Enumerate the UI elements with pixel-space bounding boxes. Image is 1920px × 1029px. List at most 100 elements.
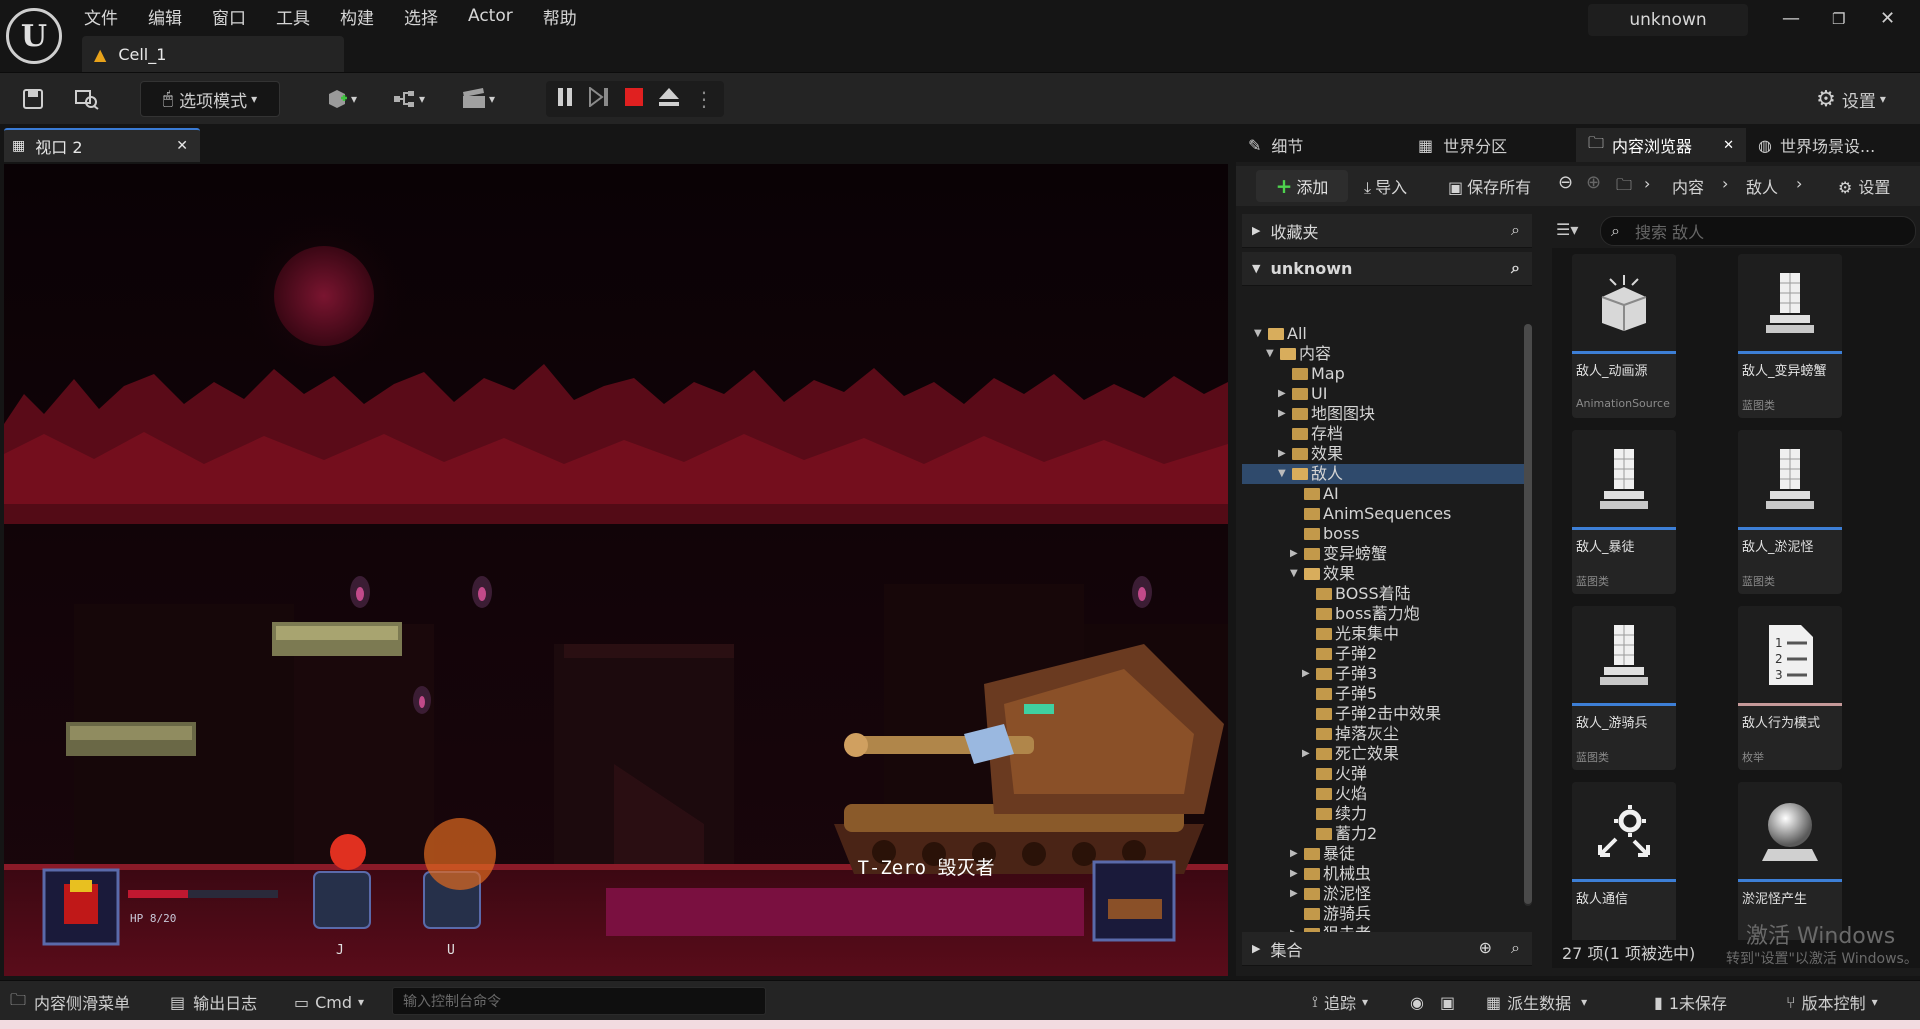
minimize-icon[interactable]: — xyxy=(1782,8,1800,29)
stop-icon[interactable] xyxy=(624,87,644,112)
add-button[interactable]: + 添加 xyxy=(1256,170,1348,202)
asset-card[interactable]: 敌人_变异螃蟹 蓝图类 xyxy=(1738,254,1842,418)
tree-item[interactable]: 蓄力2 xyxy=(1242,824,1524,844)
tree-item[interactable]: ▼ 内容 xyxy=(1242,344,1524,364)
unreal-logo-icon[interactable]: U xyxy=(6,8,62,64)
menu-select[interactable]: 选择 xyxy=(404,4,438,29)
mode-select-button[interactable]: 🖱 选项模式 ▾ xyxy=(140,81,280,117)
settings-button[interactable]: ⚙ 设置 ▾ xyxy=(1796,81,1906,117)
tree-item[interactable]: ▶ 子弹3 xyxy=(1242,664,1524,684)
menu-actor[interactable]: Actor xyxy=(468,6,513,26)
filter-icon[interactable]: ☰▾ xyxy=(1556,220,1578,239)
tree-item[interactable]: 游骑兵 xyxy=(1242,904,1524,924)
eject-icon[interactable] xyxy=(658,87,680,112)
collections-header[interactable]: ▶ 集合 ⊕ ⌕ xyxy=(1242,932,1532,966)
back-icon[interactable]: ⊖ xyxy=(1558,172,1573,193)
add-actor-button[interactable]: ▾ xyxy=(316,81,366,117)
tree-item[interactable]: 续力 xyxy=(1242,804,1524,824)
tab-details[interactable]: ✎ 细节 xyxy=(1236,128,1406,162)
document-tab[interactable]: ▲ Cell_1 xyxy=(82,36,344,72)
asset-card[interactable]: 敌人_暴徒 蓝图类 xyxy=(1572,430,1676,594)
search-icon[interactable]: ⌕ xyxy=(1511,938,1520,958)
step-icon[interactable] xyxy=(588,85,610,112)
asset-card[interactable]: 敌人_淤泥怪 蓝图类 xyxy=(1738,430,1842,594)
tree-item[interactable]: BOSS着陆 xyxy=(1242,584,1524,604)
tree-item[interactable]: 子弹2击中效果 xyxy=(1242,704,1524,724)
record-icon[interactable]: ◉ xyxy=(1410,989,1424,1015)
folder-icon[interactable]: 🗀 xyxy=(1616,174,1632,201)
tree-item[interactable]: ▶ 暴徒 xyxy=(1242,844,1524,864)
blueprint-button[interactable]: ▾ xyxy=(384,81,434,117)
tab-world-partition[interactable]: ▦ 世界分区 xyxy=(1406,128,1576,162)
tree-item[interactable]: 光束集中 xyxy=(1242,624,1524,644)
tree-item[interactable]: ▼ 敌人 xyxy=(1242,464,1524,484)
chevron-right-icon[interactable]: ▶ xyxy=(1290,924,1298,932)
browse-icon[interactable] xyxy=(72,81,102,117)
tree-item[interactable]: ▶ 淤泥怪 xyxy=(1242,884,1524,904)
tree-item[interactable]: boss xyxy=(1242,524,1524,544)
chevron-right-icon[interactable]: ▶ xyxy=(1278,444,1286,464)
menu-file[interactable]: 文件 xyxy=(84,4,118,29)
derived-data-button[interactable]: ▦ 派生数据 ▾ xyxy=(1486,989,1587,1015)
save-icon[interactable] xyxy=(18,81,48,117)
camera-icon[interactable]: ▣ xyxy=(1440,989,1455,1015)
tree-item[interactable]: ▶ 变异螃蟹 xyxy=(1242,544,1524,564)
search-icon[interactable]: ⌕ xyxy=(1511,220,1520,240)
menu-window[interactable]: 窗口 xyxy=(212,4,246,29)
tree-item[interactable]: ▶ UI xyxy=(1242,384,1524,404)
cinematics-button[interactable]: ▾ xyxy=(452,81,504,117)
tree-item[interactable]: ▼ 效果 xyxy=(1242,564,1524,584)
root-header[interactable]: ▼ unknown ⌕ xyxy=(1242,252,1532,286)
add-collection-icon[interactable]: ⊕ xyxy=(1479,938,1492,957)
asset-card[interactable]: 敌人_游骑兵 蓝图类 xyxy=(1572,606,1676,770)
close-icon[interactable]: ✕ xyxy=(1880,8,1895,29)
content-drawer-button[interactable]: 🗀 内容侧滑菜单 xyxy=(10,989,130,1015)
tree-item[interactable]: ▶ 狙击者 xyxy=(1242,924,1524,932)
chevron-down-icon[interactable]: ▼ xyxy=(1254,324,1262,344)
asset-card[interactable]: 敌人_动画源 AnimationSource xyxy=(1572,254,1676,418)
import-button[interactable]: ⤓ 导入 xyxy=(1364,174,1407,198)
chevron-down-icon[interactable]: ▼ xyxy=(1290,564,1298,584)
chevron-down-icon[interactable]: ▼ xyxy=(1266,344,1274,364)
console-input[interactable]: 输入控制台命令 xyxy=(392,987,766,1015)
search-input[interactable]: ⌕ 搜索 敌人 xyxy=(1600,216,1916,246)
game-viewport[interactable]: HP 8/20 J U T-Zero 毁灭者 xyxy=(4,164,1228,976)
tree-item[interactable]: AnimSequences xyxy=(1242,504,1524,524)
tree-item[interactable]: 火焰 xyxy=(1242,784,1524,804)
menu-help[interactable]: 帮助 xyxy=(543,4,577,29)
tree-item[interactable]: 子弹5 xyxy=(1242,684,1524,704)
asset-card[interactable]: 敌人通信 xyxy=(1572,782,1676,946)
tree-item[interactable]: ▶ 死亡效果 xyxy=(1242,744,1524,764)
tab-world-settings[interactable]: ◍ 世界场景设... xyxy=(1746,128,1920,162)
cb-settings-button[interactable]: ⚙ 设置 xyxy=(1838,174,1890,198)
tab-content-browser[interactable]: 🗀 内容浏览器 ✕ xyxy=(1576,128,1746,162)
chevron-right-icon[interactable]: ▶ xyxy=(1302,664,1310,684)
forward-icon[interactable]: ⊕ xyxy=(1586,172,1601,193)
menu-tools[interactable]: 工具 xyxy=(276,4,310,29)
chevron-right-icon[interactable]: ▶ xyxy=(1290,884,1298,904)
close-tab-icon[interactable]: ✕ xyxy=(1723,138,1734,153)
restore-icon[interactable]: ❐ xyxy=(1832,10,1845,28)
tree-item[interactable]: 火弹 xyxy=(1242,764,1524,784)
chevron-right-icon[interactable]: ▶ xyxy=(1290,544,1298,564)
tree-item[interactable]: 存档 xyxy=(1242,424,1524,444)
tree-item[interactable]: 子弹2 xyxy=(1242,644,1524,664)
version-control-button[interactable]: ⑂ 版本控制 ▾ xyxy=(1786,989,1878,1015)
trace-button[interactable]: ⟟ 追踪 ▾ xyxy=(1312,989,1368,1015)
search-icon[interactable]: ⌕ xyxy=(1511,258,1520,278)
breadcrumb-content[interactable]: 内容 xyxy=(1672,174,1704,198)
viewport-tab[interactable]: ▦ 视口 2 ✕ xyxy=(4,128,200,162)
tree-item[interactable]: ▶ 地图图块 xyxy=(1242,404,1524,424)
more-options-icon[interactable]: ⋮ xyxy=(694,87,714,111)
tree-item[interactable]: ▼ All xyxy=(1242,324,1524,344)
unsaved-button[interactable]: ▮ 1未保存 xyxy=(1654,989,1727,1015)
chevron-right-icon[interactable]: ▶ xyxy=(1302,744,1310,764)
chevron-right-icon[interactable]: ▶ xyxy=(1278,384,1286,404)
breadcrumb-enemy[interactable]: 敌人 xyxy=(1746,174,1778,198)
save-all-button[interactable]: ▣ 保存所有 xyxy=(1448,174,1531,198)
output-log-button[interactable]: ▤ 输出日志 xyxy=(170,989,257,1015)
menu-build[interactable]: 构建 xyxy=(340,4,374,29)
chevron-right-icon[interactable]: ▶ xyxy=(1290,864,1298,884)
close-tab-icon[interactable]: ✕ xyxy=(176,138,188,154)
pause-icon[interactable] xyxy=(556,87,574,112)
